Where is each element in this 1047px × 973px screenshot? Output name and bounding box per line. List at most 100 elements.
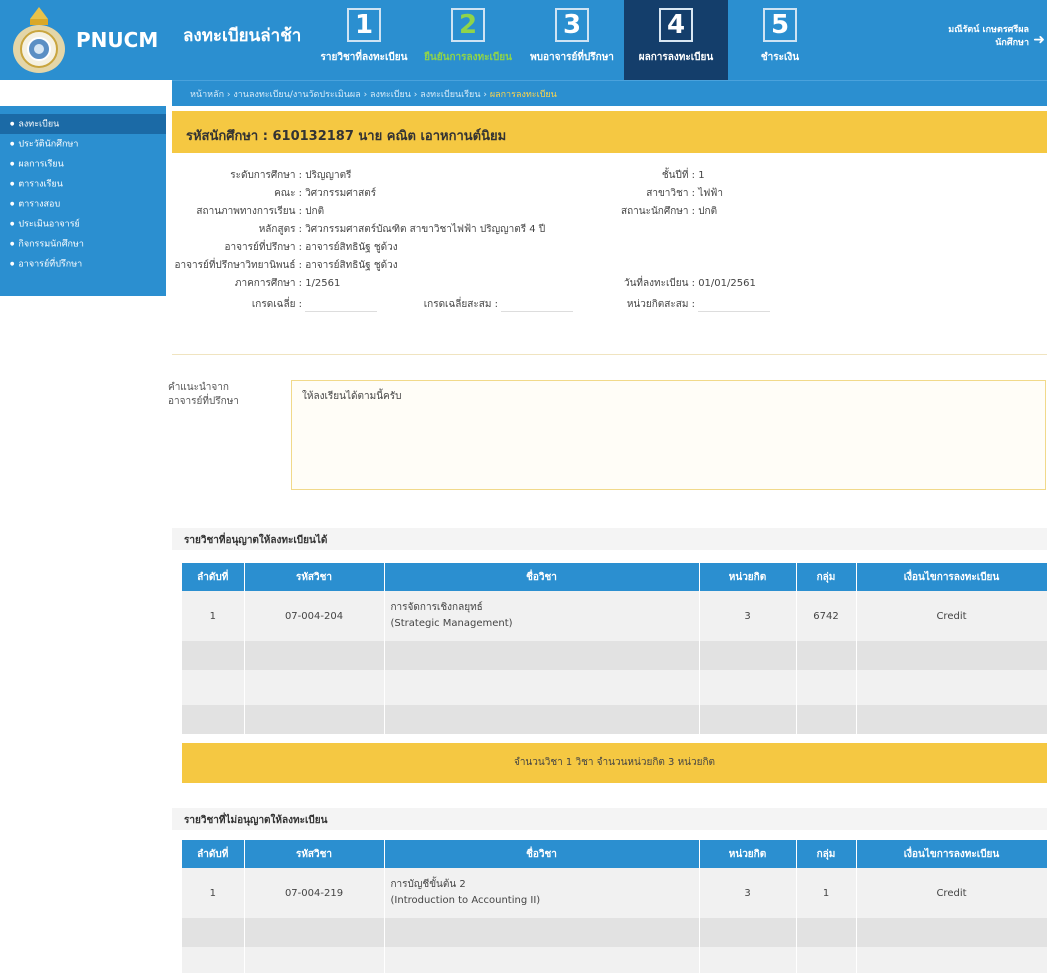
breadcrumb-bar: หน้าหลัก › งานลงทะเบียน/งานวัดประเมินผล … xyxy=(172,80,1047,106)
table-row-empty xyxy=(182,641,1047,670)
advisor-value: อาจารย์สิทธินัฐ ชูด้วง xyxy=(305,242,398,253)
row-credits: 3 xyxy=(699,868,797,918)
row-condition: Credit xyxy=(856,591,1047,641)
gpa-row: เกรดเฉลี่ย : xyxy=(190,297,378,312)
curriculum-label: หลักสูตร : xyxy=(258,224,302,235)
step-number: 4 xyxy=(659,8,693,42)
advisor-label: อาจารย์ที่ปรึกษา : xyxy=(224,242,302,253)
semester-value: 1/2561 xyxy=(305,278,341,289)
step-3[interactable]: 3 พบอาจารย์ที่ปรึกษา xyxy=(520,0,624,80)
level-label: ระดับการศึกษา : xyxy=(230,170,302,181)
step-4[interactable]: 4 ผลการลงทะเบียน xyxy=(624,0,728,80)
table-row-empty xyxy=(182,947,1047,973)
academic-status-value: ปกติ xyxy=(305,206,325,217)
level-row: ระดับการศึกษา : ปริญญาตรี xyxy=(190,168,351,183)
reg-date-value: 01/01/2561 xyxy=(698,278,756,289)
allowed-courses-title: รายวิชาที่อนุญาตให้ลงทะเบียนได้ xyxy=(172,528,1047,550)
step-number: 1 xyxy=(347,8,381,42)
page-title: ลงทะเบียนล่าช้า xyxy=(183,26,302,46)
registration-steps: 1 รายวิชาที่ลงทะเบียน 2 ยืนยันการลงทะเบี… xyxy=(312,0,832,80)
row-no: 1 xyxy=(182,591,245,641)
logo[interactable]: PNUCM xyxy=(0,0,172,80)
registration-page: { "header": { "logo_text": "PNUCM", "app… xyxy=(0,0,1047,973)
sidebar-item-register[interactable]: ลงทะเบียน xyxy=(0,114,166,134)
semester-label: ภาคการศึกษา : xyxy=(234,278,302,289)
table-row: 1 07-004-219 การบัญชีขั้นต้น 2 (Introduc… xyxy=(182,868,1047,918)
row-name: การจัดการเชิงกลยุทธ์ (Strategic Manageme… xyxy=(384,591,700,641)
advisor-row: อาจารย์ที่ปรึกษา : อาจารย์สิทธินัฐ ชูด้ว… xyxy=(190,240,398,255)
col-no: ลำดับที่ xyxy=(182,840,245,868)
row-condition: Credit xyxy=(856,868,1047,918)
level-value: ปริญญาตรี xyxy=(305,170,352,181)
col-group: กลุ่ม xyxy=(796,563,857,591)
university-emblem-icon xyxy=(8,5,70,75)
course-name-en: (Strategic Management) xyxy=(390,618,513,629)
advice-label: คำแนะนำจาก อาจารย์ที่ปรึกษา xyxy=(168,381,278,409)
col-group: กลุ่ม xyxy=(796,840,857,868)
student-status-row: สถานะนักศึกษา : ปกติ xyxy=(600,204,717,219)
sidebar-item-activities[interactable]: กิจกรรมนักศึกษา xyxy=(0,234,166,254)
row-name: การบัญชีขั้นต้น 2 (Introduction to Accou… xyxy=(384,868,700,918)
step-2[interactable]: 2 ยืนยันการลงทะเบียน xyxy=(416,0,520,80)
step-label: พบอาจารย์ที่ปรึกษา xyxy=(530,52,614,63)
advice-label-line1: คำแนะนำจาก xyxy=(168,382,229,393)
table-header-row: ลำดับที่ รหัสวิชา ชื่อวิชา หน่วยกิต กลุ่… xyxy=(182,563,1047,591)
top-header: PNUCM ลงทะเบียนล่าช้า 1 รายวิชาที่ลงทะเบ… xyxy=(0,0,1047,80)
reg-date-label: วันที่ลงทะเบียน : xyxy=(623,278,695,289)
student-id-name: รหัสนักศึกษา : 610132187 นาย คณิต เอาหกา… xyxy=(186,129,507,144)
row-group: 1 xyxy=(796,868,857,918)
curriculum-row: หลักสูตร : วิศวกรรมศาสตร์บัณฑิต สาขาวิชา… xyxy=(190,222,545,237)
step-number: 3 xyxy=(555,8,589,42)
course-name-th: การจัดการเชิงกลยุทธ์ xyxy=(390,602,483,613)
advisor-advice-textarea[interactable]: ให้ลงเรียนได้ตามนี้ครับ xyxy=(291,380,1046,490)
col-credits: หน่วยกิต xyxy=(699,563,797,591)
row-code: 07-004-204 xyxy=(244,591,385,641)
sidebar-item-evaluation[interactable]: ประเมินอาจารย์ xyxy=(0,214,166,234)
major-row: สาขาวิชา : ไฟฟ้า xyxy=(600,186,723,201)
table-row-empty xyxy=(182,918,1047,947)
sidebar-item-class-schedule[interactable]: ตารางเรียน xyxy=(0,174,166,194)
major-value: ไฟฟ้า xyxy=(698,188,723,199)
faculty-label: คณะ : xyxy=(274,188,302,199)
advice-text: ให้ลงเรียนได้ตามนี้ครับ xyxy=(302,391,402,402)
step-number: 5 xyxy=(763,8,797,42)
step-number: 2 xyxy=(451,8,485,42)
credits-label: หน่วยกิตสะสม : xyxy=(626,299,695,310)
credits-value xyxy=(698,301,771,312)
sidebar-item-profile[interactable]: ประวัตินักศึกษา xyxy=(0,134,166,154)
user-name: มณีรัตน์ เกษตรศรีผล xyxy=(948,25,1029,35)
user-info[interactable]: มณีรัตน์ เกษตรศรีผล นักศึกษา xyxy=(948,24,1029,50)
logout-icon[interactable]: ➜ xyxy=(1033,32,1045,48)
col-credits: หน่วยกิต xyxy=(699,840,797,868)
sidebar-item-grades[interactable]: ผลการเรียน xyxy=(0,154,166,174)
thesis-advisor-row: อาจารย์ที่ปรึกษาวิทยานิพนธ์ : อาจารย์สิท… xyxy=(160,258,398,273)
step-label: ยืนยันการลงทะเบียน xyxy=(424,52,512,63)
col-condition: เงื่อนไขการลงทะเบียน xyxy=(856,840,1047,868)
gpax-label: เกรดเฉลี่ยสะสม : xyxy=(423,299,498,310)
step-5[interactable]: 5 ชำระเงิน xyxy=(728,0,832,80)
gpa-label: เกรดเฉลี่ย : xyxy=(251,299,302,310)
curriculum-value: วิศวกรรมศาสตร์บัณฑิต สาขาวิชาไฟฟ้า ปริญญ… xyxy=(305,224,546,235)
faculty-row: คณะ : วิศวกรรมศาสตร์ xyxy=(190,186,376,201)
table-header-row: ลำดับที่ รหัสวิชา ชื่อวิชา หน่วยกิต กลุ่… xyxy=(182,840,1047,868)
year-label: ชั้นปีที่ : xyxy=(661,170,695,181)
step-label: รายวิชาที่ลงทะเบียน xyxy=(320,52,408,63)
divider xyxy=(172,354,1047,355)
thesis-advisor-value: อาจารย์สิทธินัฐ ชูด้วง xyxy=(305,260,398,271)
faculty-value: วิศวกรรมศาสตร์ xyxy=(305,188,377,199)
sidebar-item-advisor[interactable]: อาจารย์ที่ปรึกษา xyxy=(0,254,166,274)
sidebar-item-exam-schedule[interactable]: ตารางสอบ xyxy=(0,194,166,214)
row-code: 07-004-219 xyxy=(244,868,385,918)
logo-text: PNUCM xyxy=(76,28,159,52)
student-status-value: ปกติ xyxy=(698,206,718,217)
year-row: ชั้นปีที่ : 1 xyxy=(600,168,705,183)
user-role: นักศึกษา xyxy=(995,38,1029,48)
sidebar: ลงทะเบียน ประวัตินักศึกษา ผลการเรียน ตาร… xyxy=(0,106,166,296)
thesis-advisor-label: อาจารย์ที่ปรึกษาวิทยานิพนธ์ : xyxy=(174,260,303,271)
not-allowed-courses-title: รายวิชาที่ไม่อนุญาตให้ลงทะเบียน xyxy=(172,808,1047,830)
student-status-label: สถานะนักศึกษา : xyxy=(620,206,695,217)
breadcrumb-path[interactable]: หน้าหลัก › งานลงทะเบียน/งานวัดประเมินผล … xyxy=(190,90,487,100)
step-1[interactable]: 1 รายวิชาที่ลงทะเบียน xyxy=(312,0,416,80)
gpa-value xyxy=(305,301,378,312)
step-label: ผลการลงทะเบียน xyxy=(638,52,714,63)
